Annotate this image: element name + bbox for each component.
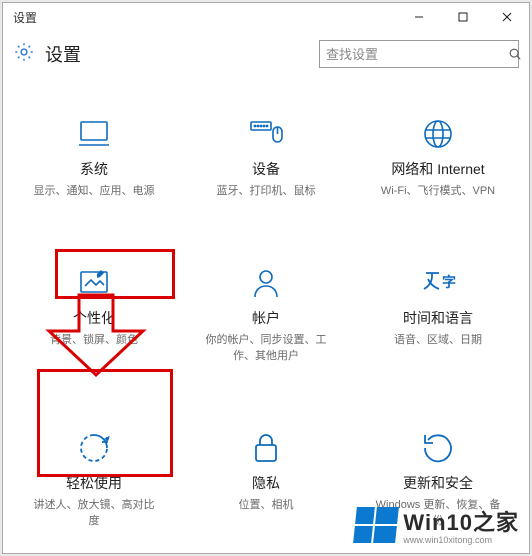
tiles-grid: 系统 显示、通知、应用、电源 设备 蓝牙、打印机、鼠标 — [13, 113, 519, 534]
watermark-text: Win10之家 — [403, 505, 519, 537]
tile-network[interactable]: 网络和 Internet Wi-Fi、飞行模式、VPN — [357, 113, 519, 204]
close-button[interactable] — [485, 3, 529, 31]
update-security-icon — [418, 431, 458, 465]
watermark: Win10之家 www.win10xitong.com — [355, 505, 519, 545]
devices-icon — [246, 117, 286, 151]
tile-accounts[interactable]: 帐户 你的帐户、同步设置、工作、其他用户 — [185, 262, 347, 369]
gear-icon — [13, 41, 35, 68]
search-box[interactable] — [319, 40, 519, 68]
tile-desc: Wi-Fi、飞行模式、VPN — [381, 183, 495, 200]
tile-desc: 语音、区域、日期 — [394, 332, 482, 349]
network-icon — [418, 117, 458, 151]
page-title: 设置 — [43, 41, 311, 67]
tile-label: 网络和 Internet — [391, 159, 484, 179]
titlebar: 设置 — [3, 3, 529, 31]
search-input[interactable] — [320, 47, 508, 62]
tile-devices[interactable]: 设备 蓝牙、打印机、鼠标 — [185, 113, 347, 204]
tile-label: 设备 — [252, 159, 280, 179]
svg-text:字: 字 — [442, 274, 456, 290]
tile-label: 系统 — [80, 159, 108, 179]
tile-label: 轻松使用 — [66, 473, 122, 493]
close-icon — [502, 12, 512, 22]
tile-label: 个性化 — [73, 308, 115, 328]
privacy-icon — [246, 431, 286, 465]
tile-time-language[interactable]: 字 时间和语言 语音、区域、日期 — [357, 262, 519, 369]
header: 设置 — [3, 31, 529, 77]
watermark-url: www.win10xitong.com — [403, 535, 492, 545]
tile-desc: 蓝牙、打印机、鼠标 — [217, 183, 316, 200]
tile-label: 隐私 — [252, 473, 280, 493]
tile-ease-of-access[interactable]: 轻松使用 讲述人、放大镜、高对比度 — [13, 427, 175, 534]
maximize-icon — [458, 12, 468, 22]
tile-privacy[interactable]: 隐私 位置、相机 — [185, 427, 347, 534]
search-icon — [508, 47, 522, 61]
tile-personalization[interactable]: 个性化 背景、锁屏、颜色 — [13, 262, 175, 369]
settings-window: 设置 设置 — [2, 2, 530, 554]
minimize-icon — [414, 12, 424, 22]
minimize-button[interactable] — [397, 3, 441, 31]
tile-label: 更新和安全 — [403, 473, 473, 493]
tile-desc: 讲述人、放大镜、高对比度 — [29, 497, 159, 530]
personalization-icon — [74, 266, 114, 300]
tile-system[interactable]: 系统 显示、通知、应用、电源 — [13, 113, 175, 204]
tile-label: 时间和语言 — [403, 308, 473, 328]
tile-desc: 你的帐户、同步设置、工作、其他用户 — [201, 332, 331, 365]
tile-desc: 位置、相机 — [239, 497, 294, 514]
ease-of-access-icon — [74, 431, 114, 465]
maximize-button[interactable] — [441, 3, 485, 31]
window-title: 设置 — [3, 9, 397, 26]
windows-logo-icon — [354, 507, 400, 543]
tile-desc: 背景、锁屏、颜色 — [50, 332, 138, 349]
tile-label: 帐户 — [252, 308, 280, 328]
content-area: 系统 显示、通知、应用、电源 设备 蓝牙、打印机、鼠标 — [3, 77, 529, 553]
tile-desc: 显示、通知、应用、电源 — [34, 183, 155, 200]
system-icon — [74, 117, 114, 151]
time-language-icon: 字 — [418, 266, 458, 300]
accounts-icon — [246, 266, 286, 300]
